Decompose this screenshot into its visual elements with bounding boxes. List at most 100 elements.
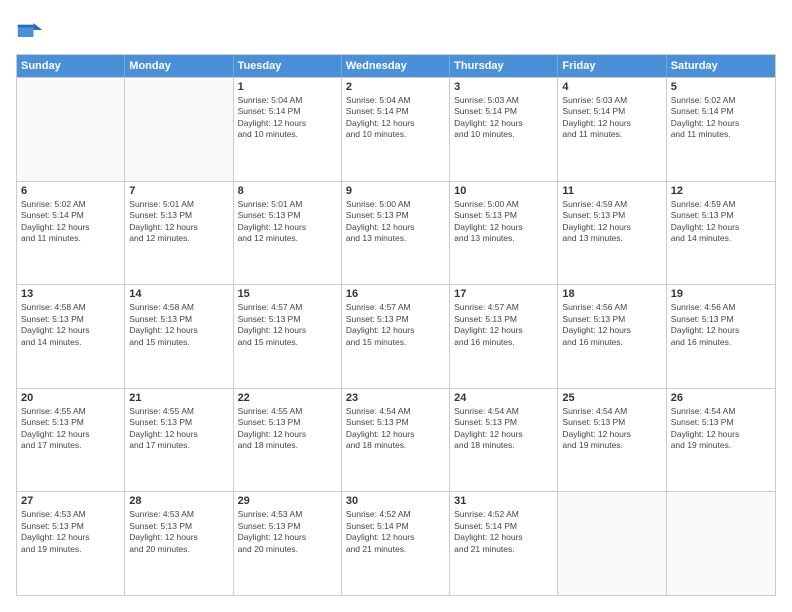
cal-cell: 7 Sunrise: 5:01 AM Sunset: 5:13 PM Daylig…	[125, 182, 233, 285]
cal-cell: 5 Sunrise: 5:02 AM Sunset: 5:14 PM Daylig…	[667, 78, 775, 181]
cal-cell: 29 Sunrise: 4:53 AM Sunset: 5:13 PM Dayli…	[234, 492, 342, 595]
day-info: Sunrise: 4:53 AM Sunset: 5:13 PM Dayligh…	[129, 509, 228, 555]
day-header-sunday: Sunday	[17, 55, 125, 77]
day-number: 18	[562, 288, 661, 300]
day-number: 2	[346, 81, 445, 93]
day-header-wednesday: Wednesday	[342, 55, 450, 77]
cal-cell	[558, 492, 666, 595]
day-header-thursday: Thursday	[450, 55, 558, 77]
day-number: 14	[129, 288, 228, 300]
cal-cell	[17, 78, 125, 181]
day-info: Sunrise: 4:53 AM Sunset: 5:13 PM Dayligh…	[21, 509, 120, 555]
day-number: 16	[346, 288, 445, 300]
calendar-header: SundayMondayTuesdayWednesdayThursdayFrid…	[17, 55, 775, 77]
day-number: 27	[21, 495, 120, 507]
week-row-1: 1 Sunrise: 5:04 AM Sunset: 5:14 PM Daylig…	[17, 77, 775, 181]
day-number: 30	[346, 495, 445, 507]
day-header-monday: Monday	[125, 55, 233, 77]
day-info: Sunrise: 5:03 AM Sunset: 5:14 PM Dayligh…	[562, 95, 661, 141]
cal-cell: 19 Sunrise: 4:56 AM Sunset: 5:13 PM Dayli…	[667, 285, 775, 388]
day-info: Sunrise: 5:01 AM Sunset: 5:13 PM Dayligh…	[129, 199, 228, 245]
day-info: Sunrise: 4:55 AM Sunset: 5:13 PM Dayligh…	[238, 406, 337, 452]
day-info: Sunrise: 5:00 AM Sunset: 5:13 PM Dayligh…	[346, 199, 445, 245]
day-number: 1	[238, 81, 337, 93]
day-info: Sunrise: 4:59 AM Sunset: 5:13 PM Dayligh…	[671, 199, 771, 245]
day-info: Sunrise: 5:02 AM Sunset: 5:14 PM Dayligh…	[21, 199, 120, 245]
day-info: Sunrise: 4:58 AM Sunset: 5:13 PM Dayligh…	[129, 302, 228, 348]
day-number: 4	[562, 81, 661, 93]
day-number: 29	[238, 495, 337, 507]
day-header-saturday: Saturday	[667, 55, 775, 77]
cal-cell: 24 Sunrise: 4:54 AM Sunset: 5:13 PM Dayli…	[450, 389, 558, 492]
day-info: Sunrise: 4:56 AM Sunset: 5:13 PM Dayligh…	[671, 302, 771, 348]
logo-icon	[16, 16, 44, 44]
day-info: Sunrise: 4:55 AM Sunset: 5:13 PM Dayligh…	[129, 406, 228, 452]
day-number: 21	[129, 392, 228, 404]
week-row-2: 6 Sunrise: 5:02 AM Sunset: 5:14 PM Daylig…	[17, 181, 775, 285]
day-header-tuesday: Tuesday	[234, 55, 342, 77]
cal-cell: 16 Sunrise: 4:57 AM Sunset: 5:13 PM Dayli…	[342, 285, 450, 388]
day-info: Sunrise: 4:57 AM Sunset: 5:13 PM Dayligh…	[238, 302, 337, 348]
day-number: 13	[21, 288, 120, 300]
day-info: Sunrise: 4:57 AM Sunset: 5:13 PM Dayligh…	[454, 302, 553, 348]
cal-cell: 11Sunrise: 4:59 AM Sunset: 5:13 PM Dayli…	[558, 182, 666, 285]
cal-cell: 12Sunrise: 4:59 AM Sunset: 5:13 PM Dayli…	[667, 182, 775, 285]
day-number: 10	[454, 185, 553, 197]
cal-cell: 21 Sunrise: 4:55 AM Sunset: 5:13 PM Dayli…	[125, 389, 233, 492]
day-info: Sunrise: 4:54 AM Sunset: 5:13 PM Dayligh…	[671, 406, 771, 452]
cal-cell: 9 Sunrise: 5:00 AM Sunset: 5:13 PM Daylig…	[342, 182, 450, 285]
day-number: 19	[671, 288, 771, 300]
week-row-5: 27 Sunrise: 4:53 AM Sunset: 5:13 PM Dayli…	[17, 491, 775, 595]
week-row-4: 20 Sunrise: 4:55 AM Sunset: 5:13 PM Dayli…	[17, 388, 775, 492]
day-info: Sunrise: 4:52 AM Sunset: 5:14 PM Dayligh…	[346, 509, 445, 555]
day-info: Sunrise: 4:58 AM Sunset: 5:13 PM Dayligh…	[21, 302, 120, 348]
cal-cell: 26Sunrise: 4:54 AM Sunset: 5:13 PM Dayli…	[667, 389, 775, 492]
day-number: 5	[671, 81, 771, 93]
day-info: Sunrise: 4:52 AM Sunset: 5:14 PM Dayligh…	[454, 509, 553, 555]
cal-cell: 20Sunrise: 4:55 AM Sunset: 5:13 PM Dayli…	[17, 389, 125, 492]
day-info: Sunrise: 4:54 AM Sunset: 5:13 PM Dayligh…	[346, 406, 445, 452]
cal-cell: 30 Sunrise: 4:52 AM Sunset: 5:14 PM Dayli…	[342, 492, 450, 595]
cal-cell: 1 Sunrise: 5:04 AM Sunset: 5:14 PM Daylig…	[234, 78, 342, 181]
day-info: Sunrise: 5:04 AM Sunset: 5:14 PM Dayligh…	[238, 95, 337, 141]
day-number: 15	[238, 288, 337, 300]
cal-cell: 22 Sunrise: 4:55 AM Sunset: 5:13 PM Dayli…	[234, 389, 342, 492]
day-info: Sunrise: 4:57 AM Sunset: 5:13 PM Dayligh…	[346, 302, 445, 348]
week-row-3: 13 Sunrise: 4:58 AM Sunset: 5:13 PM Dayli…	[17, 284, 775, 388]
day-number: 31	[454, 495, 553, 507]
day-number: 24	[454, 392, 553, 404]
calendar: SundayMondayTuesdayWednesdayThursdayFrid…	[16, 54, 776, 596]
day-info: Sunrise: 5:02 AM Sunset: 5:14 PM Dayligh…	[671, 95, 771, 141]
day-info: Sunrise: 5:01 AM Sunset: 5:13 PM Dayligh…	[238, 199, 337, 245]
day-number: 23	[346, 392, 445, 404]
day-header-friday: Friday	[558, 55, 666, 77]
cal-cell: 27 Sunrise: 4:53 AM Sunset: 5:13 PM Dayli…	[17, 492, 125, 595]
day-number: 6	[21, 185, 120, 197]
day-number: 20	[21, 392, 120, 404]
cal-cell: 13 Sunrise: 4:58 AM Sunset: 5:13 PM Dayli…	[17, 285, 125, 388]
cal-cell: 3Sunrise: 5:03 AM Sunset: 5:14 PM Daylig…	[450, 78, 558, 181]
cal-cell: 2 Sunrise: 5:04 AM Sunset: 5:14 PM Daylig…	[342, 78, 450, 181]
day-number: 9	[346, 185, 445, 197]
day-number: 7	[129, 185, 228, 197]
cal-cell: 28 Sunrise: 4:53 AM Sunset: 5:13 PM Dayli…	[125, 492, 233, 595]
day-number: 17	[454, 288, 553, 300]
day-info: Sunrise: 4:54 AM Sunset: 5:13 PM Dayligh…	[454, 406, 553, 452]
day-info: Sunrise: 4:56 AM Sunset: 5:13 PM Dayligh…	[562, 302, 661, 348]
cal-cell: 18 Sunrise: 4:56 AM Sunset: 5:13 PM Dayli…	[558, 285, 666, 388]
page: SundayMondayTuesdayWednesdayThursdayFrid…	[0, 0, 792, 612]
header	[16, 16, 776, 44]
day-number: 28	[129, 495, 228, 507]
cal-cell: 23 Sunrise: 4:54 AM Sunset: 5:13 PM Dayli…	[342, 389, 450, 492]
cal-cell: 15 Sunrise: 4:57 AM Sunset: 5:13 PM Dayli…	[234, 285, 342, 388]
day-info: Sunrise: 4:59 AM Sunset: 5:13 PM Dayligh…	[562, 199, 661, 245]
cal-cell: 10Sunrise: 5:00 AM Sunset: 5:13 PM Dayli…	[450, 182, 558, 285]
day-info: Sunrise: 4:53 AM Sunset: 5:13 PM Dayligh…	[238, 509, 337, 555]
day-number: 22	[238, 392, 337, 404]
day-number: 8	[238, 185, 337, 197]
day-info: Sunrise: 5:04 AM Sunset: 5:14 PM Dayligh…	[346, 95, 445, 141]
logo	[16, 16, 48, 44]
day-info: Sunrise: 5:03 AM Sunset: 5:14 PM Dayligh…	[454, 95, 553, 141]
cal-cell	[125, 78, 233, 181]
cal-cell: 6 Sunrise: 5:02 AM Sunset: 5:14 PM Daylig…	[17, 182, 125, 285]
